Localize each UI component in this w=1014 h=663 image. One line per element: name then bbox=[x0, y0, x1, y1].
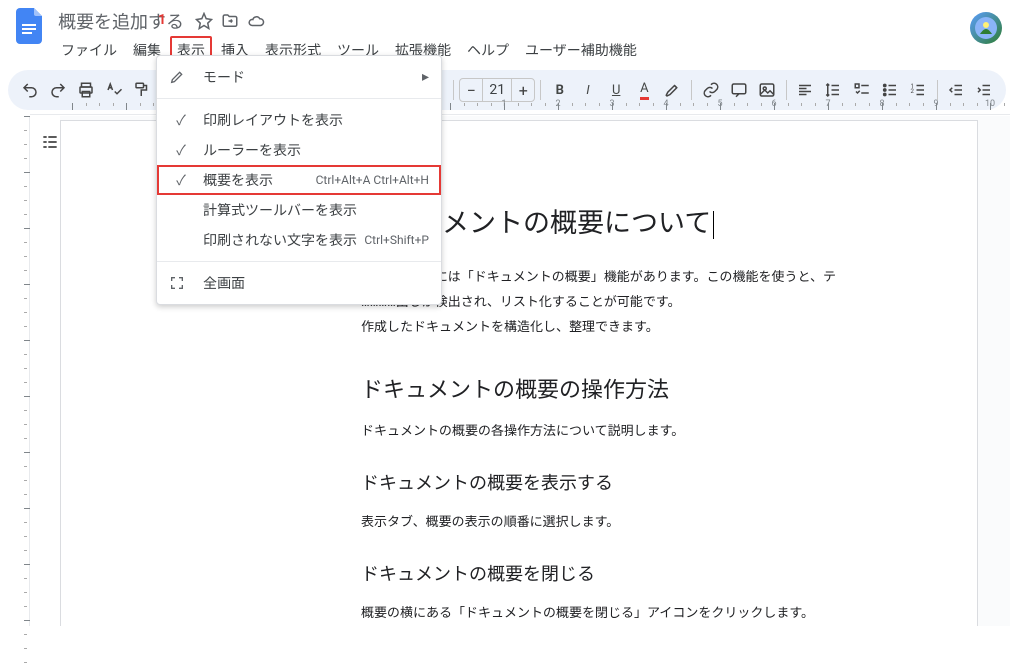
menu-help[interactable]: ヘルプ bbox=[460, 36, 516, 64]
heading-3[interactable]: ドキュメントの概要を表示する bbox=[361, 469, 837, 495]
text-cursor bbox=[713, 211, 714, 239]
paragraph[interactable]: 表示タブ、概要の表示の順番に選択します。 bbox=[361, 513, 837, 534]
chevron-right-icon: ▸ bbox=[422, 69, 429, 85]
font-size-value[interactable]: 21 bbox=[482, 79, 512, 101]
dd-outline-shortcut: Ctrl+Alt+A Ctrl+Alt+H bbox=[316, 173, 429, 187]
vertical-ruler[interactable] bbox=[14, 116, 30, 626]
docs-logo[interactable] bbox=[12, 8, 48, 44]
dd-mode[interactable]: モード ▸ bbox=[157, 62, 441, 92]
fullscreen-icon bbox=[169, 275, 193, 291]
check-icon: ✓ bbox=[169, 140, 193, 160]
font-size-increase[interactable]: + bbox=[512, 81, 534, 100]
dd-mode-label: モード bbox=[203, 67, 422, 87]
dd-equation-label: 計算式ツールバーを表示 bbox=[203, 200, 429, 220]
menu-file[interactable]: ファイル bbox=[54, 36, 124, 64]
dd-outline-label: 概要を表示 bbox=[203, 170, 316, 190]
account-avatar[interactable] bbox=[970, 12, 1002, 44]
move-folder-icon[interactable] bbox=[220, 11, 240, 31]
dd-equation[interactable]: 計算式ツールバーを表示 bbox=[157, 195, 441, 225]
annotation-1: 1 bbox=[158, 12, 166, 28]
dd-nonprint-shortcut: Ctrl+Shift+P bbox=[364, 233, 429, 247]
font-size-decrease[interactable]: − bbox=[460, 81, 482, 100]
check-icon: ✓ bbox=[169, 110, 193, 130]
star-icon[interactable] bbox=[194, 11, 214, 31]
paragraph[interactable]: 概要の横にある「ドキュメントの概要を閉じる」アイコンをクリックします。 bbox=[361, 604, 837, 625]
check-icon: ✓ bbox=[169, 170, 193, 190]
heading-3[interactable]: ドキュメントの概要を閉じる bbox=[361, 560, 837, 586]
dd-ruler[interactable]: ✓ ルーラーを表示 bbox=[157, 135, 441, 165]
dd-nonprint[interactable]: 印刷されない文字を表示 Ctrl+Shift+P bbox=[157, 225, 441, 255]
cloud-status-icon[interactable] bbox=[246, 11, 266, 31]
dd-fullscreen[interactable]: 全画面 bbox=[157, 268, 441, 298]
paragraph[interactable]: ドキュメントの概要の各操作方法について説明します。 bbox=[361, 422, 837, 443]
svg-text:2: 2 bbox=[910, 88, 914, 95]
dd-print-layout[interactable]: ✓ 印刷レイアウトを表示 bbox=[157, 105, 441, 135]
dd-ruler-label: ルーラーを表示 bbox=[203, 140, 429, 160]
view-dropdown: モード ▸ ✓ 印刷レイアウトを表示 ✓ ルーラーを表示 ✓ 概要を表示 Ctr… bbox=[156, 55, 442, 305]
dd-print-layout-label: 印刷レイアウトを表示 bbox=[203, 110, 429, 130]
dd-nonprint-label: 印刷されない文字を表示 bbox=[203, 230, 364, 250]
menu-accessibility[interactable]: ユーザー補助機能 bbox=[518, 36, 644, 64]
paragraph[interactable]: 作成したドキュメントを構造化し、整理できます。 bbox=[361, 318, 837, 339]
dd-fullscreen-label: 全画面 bbox=[203, 273, 429, 293]
heading-2[interactable]: ドキュメントの概要の操作方法 bbox=[361, 372, 837, 404]
document-title[interactable]: 概要を追加する bbox=[54, 8, 188, 34]
dd-outline[interactable]: ✓ 概要を表示 Ctrl+Alt+A Ctrl+Alt+H bbox=[157, 165, 441, 195]
pencil-icon bbox=[169, 69, 193, 85]
